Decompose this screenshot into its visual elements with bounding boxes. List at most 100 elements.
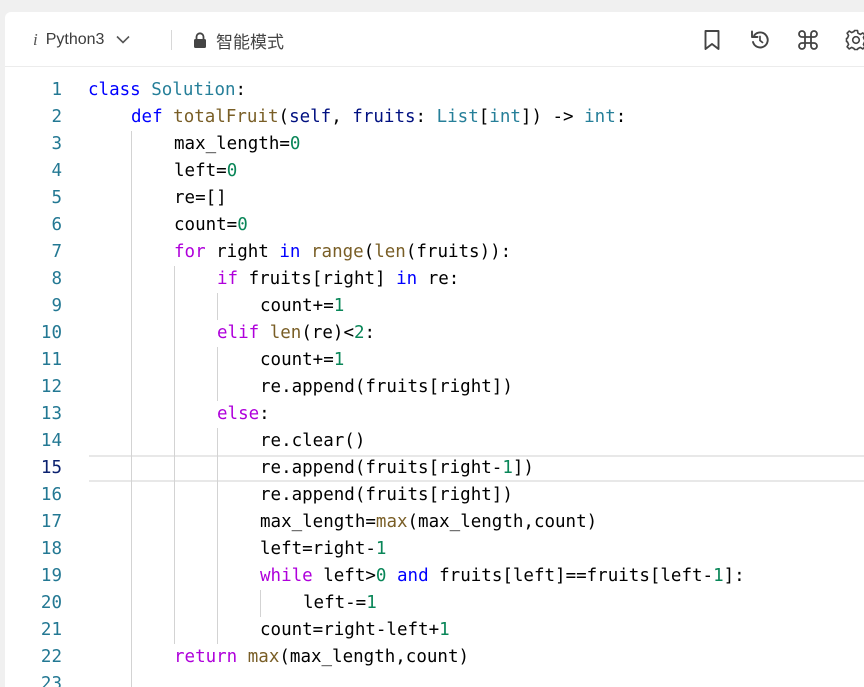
token: fruits[left]==fruits[left- bbox=[428, 566, 714, 586]
token-ctl: for bbox=[174, 242, 206, 262]
token-ctl: return bbox=[174, 647, 238, 667]
indent-guide bbox=[217, 428, 218, 644]
line-number: 20 bbox=[40, 593, 62, 613]
indent-guide bbox=[174, 266, 175, 644]
token-fn: range bbox=[311, 242, 364, 262]
token-ctl: else bbox=[217, 404, 260, 424]
code-line[interactable]: return max(max_length,count) bbox=[174, 644, 469, 671]
token: re.clear() bbox=[260, 431, 366, 451]
token-kw: in bbox=[279, 242, 301, 262]
token: , bbox=[331, 107, 353, 127]
command-icon[interactable] bbox=[795, 27, 821, 53]
line-number: 13 bbox=[40, 404, 62, 424]
token-fn: totalFruit bbox=[173, 107, 279, 127]
code-line[interactable]: left=0 bbox=[174, 158, 237, 185]
token: ]) -> bbox=[520, 107, 585, 127]
token-var: self bbox=[289, 107, 332, 127]
token: max_length= bbox=[174, 134, 290, 154]
token: left= bbox=[174, 161, 227, 181]
code-line[interactable]: left=right-1 bbox=[260, 536, 386, 563]
token: (fruits)): bbox=[405, 242, 512, 262]
code-area[interactable]: 1 class Solution: 2 def totalFruit(self, fr… bbox=[5, 67, 864, 687]
mode-indicator[interactable]: 智能模式 bbox=[193, 28, 284, 52]
line-number: 23 bbox=[40, 674, 62, 687]
token-fn: max bbox=[247, 647, 280, 667]
token: count=right-left+ bbox=[260, 620, 440, 640]
token-cls: Solution bbox=[151, 80, 236, 100]
line-number: 21 bbox=[40, 620, 62, 640]
token-kw: and bbox=[397, 566, 429, 586]
indent-guide bbox=[217, 347, 218, 401]
line-number: 1 bbox=[51, 80, 62, 100]
code-line[interactable]: count+=1 bbox=[260, 293, 344, 320]
token: : bbox=[364, 323, 376, 343]
code-line[interactable]: count+=1 bbox=[260, 347, 344, 374]
indent-guide bbox=[217, 293, 218, 320]
token-fn: len bbox=[269, 323, 302, 343]
token-num: 0 bbox=[237, 215, 248, 235]
code-line[interactable]: elif len(re)<2: bbox=[217, 320, 375, 347]
token-num: 2 bbox=[354, 323, 365, 343]
code-line[interactable]: count=0 bbox=[174, 212, 248, 239]
bookmark-icon[interactable] bbox=[699, 27, 725, 53]
code-line[interactable]: re=[] bbox=[174, 185, 227, 212]
token: max_length= bbox=[260, 512, 376, 532]
code-line[interactable]: while left>0 and fruits[left]==fruits[le… bbox=[260, 563, 745, 590]
chevron-down-icon bbox=[116, 31, 131, 49]
token-ctl: elif bbox=[217, 323, 260, 343]
code-line[interactable]: if fruits[right] in re: bbox=[217, 266, 459, 293]
code-line[interactable]: max_length=max(max_length,count) bbox=[260, 509, 597, 536]
line-number: 22 bbox=[40, 647, 62, 667]
undo-icon[interactable] bbox=[747, 27, 773, 53]
line-number: 7 bbox=[51, 242, 62, 262]
token: (re)< bbox=[301, 323, 354, 343]
token: left=right- bbox=[260, 539, 376, 559]
token: re.append(fruits[right]) bbox=[260, 485, 513, 505]
token: : bbox=[259, 404, 270, 424]
token-var: fruits bbox=[352, 107, 416, 127]
token: fruits[right] bbox=[238, 269, 397, 289]
line-number: 12 bbox=[40, 377, 62, 397]
language-select[interactable]: i Python3 bbox=[33, 28, 131, 52]
token-num: 1 bbox=[439, 620, 450, 640]
code-line[interactable]: max_length=0 bbox=[174, 131, 300, 158]
token-kw: class bbox=[88, 80, 141, 100]
token: re: bbox=[417, 269, 460, 289]
token-num: 1 bbox=[366, 593, 377, 613]
line-number: 11 bbox=[40, 350, 62, 370]
indent-guide bbox=[131, 131, 132, 687]
token-kw: def bbox=[131, 107, 163, 127]
toolbar-divider bbox=[171, 30, 172, 50]
code-line[interactable]: for right in range(len(fruits)): bbox=[174, 239, 511, 266]
token: : bbox=[615, 107, 627, 127]
token: ( bbox=[363, 242, 375, 262]
token-num: 1 bbox=[333, 350, 345, 370]
line-number: 8 bbox=[51, 269, 62, 289]
line-number: 16 bbox=[40, 485, 62, 505]
line-number: 17 bbox=[40, 512, 62, 532]
code-line[interactable]: re.clear() bbox=[260, 428, 365, 455]
line-number: 18 bbox=[40, 539, 62, 559]
code-line[interactable]: count=right-left+1 bbox=[260, 617, 450, 644]
gear-icon[interactable] bbox=[843, 27, 864, 53]
code-line[interactable]: class Solution: bbox=[88, 77, 246, 104]
token-kw: in bbox=[396, 269, 418, 289]
code-line[interactable]: re.append(fruits[right]) bbox=[260, 374, 513, 401]
token: : bbox=[235, 80, 247, 100]
code-line[interactable]: def totalFruit(self, fruits: List[int]) … bbox=[131, 104, 626, 131]
line-number: 9 bbox=[51, 296, 62, 316]
code-line[interactable]: re.append(fruits[right]) bbox=[260, 482, 513, 509]
editor-toolbar: i Python3 智能模式 bbox=[5, 12, 864, 67]
language-label: Python3 bbox=[45, 31, 105, 48]
code-line[interactable]: left-=1 bbox=[303, 590, 377, 617]
code-line[interactable]: else: bbox=[217, 401, 270, 428]
code-line[interactable]: re.append(fruits[right-1]) bbox=[260, 455, 534, 482]
token-cls: List bbox=[436, 107, 479, 127]
token: left> bbox=[312, 566, 376, 586]
token: count= bbox=[174, 215, 238, 235]
